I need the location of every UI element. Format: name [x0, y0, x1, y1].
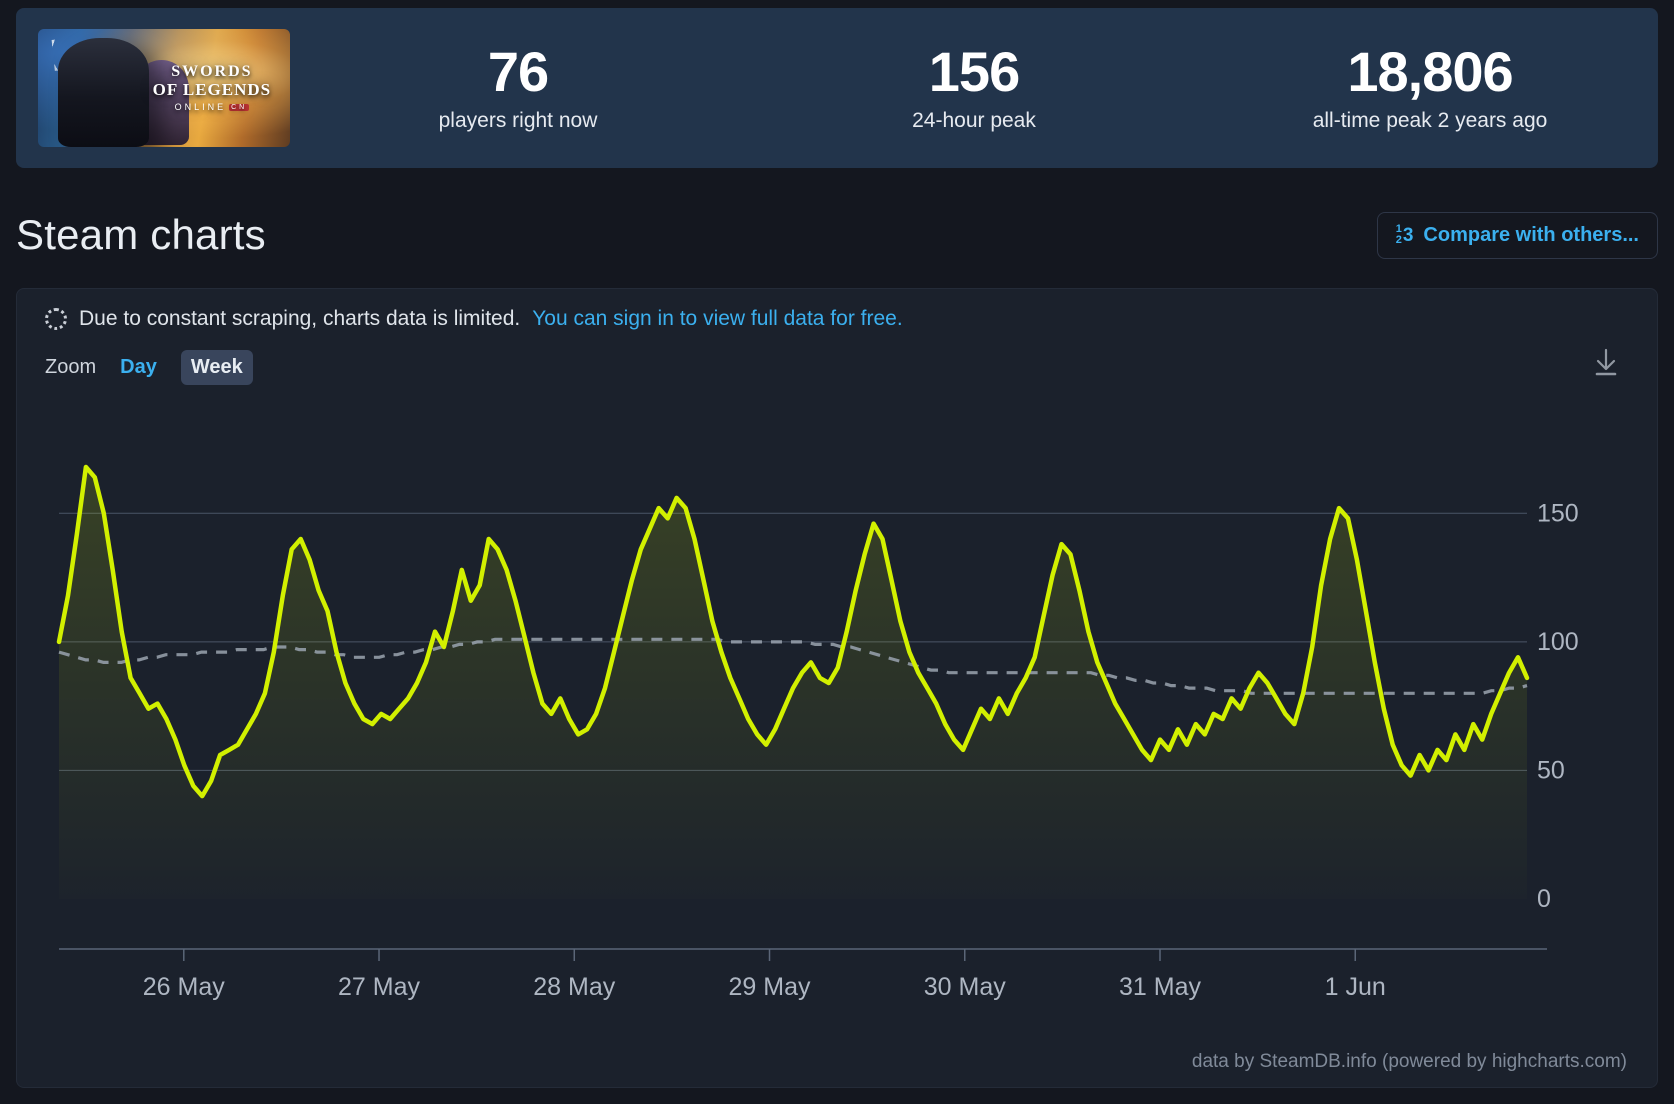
stat-all-time-peak: 18,806 all-time peak 2 years ago [1202, 39, 1658, 134]
svg-text:100: 100 [1537, 628, 1579, 656]
game-logo: SWORDS OF LEGENDS ONLINE CN [149, 64, 275, 112]
zoom-option-week[interactable]: Week [180, 349, 253, 385]
stat-24-hour-peak: 156 24-hour peak [746, 39, 1202, 134]
players-chart[interactable]: 0 50 100 150 26 May 27 May 28 May 29 May 30 May… [17, 419, 1659, 1019]
chart-y-axis-labels: 0 50 100 150 [1537, 499, 1579, 913]
game-logo-badge: CN [229, 103, 250, 111]
game-logo-line-1: SWORDS [171, 63, 253, 81]
limited-data-notice: Due to constant scraping, charts data is… [17, 289, 1657, 331]
svg-text:29 May: 29 May [729, 973, 811, 1001]
section-title-row: Steam charts 1 2 3 Compare with others..… [16, 196, 1658, 274]
stat-label: 24-hour peak [912, 109, 1036, 133]
compare-chart-icon: 1 2 3 [1395, 223, 1414, 246]
svg-text:30 May: 30 May [924, 973, 1006, 1001]
stat-players-right-now: 76 players right now [290, 39, 746, 134]
loading-spinner-icon [45, 308, 67, 330]
zoom-option-day[interactable]: Day [110, 350, 167, 385]
charts-panel: Due to constant scraping, charts data is… [16, 288, 1658, 1088]
stat-label: players right now [438, 109, 598, 133]
stat-value: 76 [487, 39, 549, 103]
game-stats-card: SWORDS OF LEGENDS ONLINE CN 76 players ri… [16, 8, 1658, 168]
compare-icon-denominator: 2 [1395, 234, 1402, 246]
chart-credit: data by SteamDB.info (powered by highcha… [1191, 1051, 1627, 1072]
svg-text:50: 50 [1537, 756, 1565, 784]
svg-text:28 May: 28 May [533, 973, 615, 1001]
stat-label: all-time peak 2 years ago [1312, 109, 1548, 133]
steamdb-charts-page: SWORDS OF LEGENDS ONLINE CN 76 players ri… [0, 0, 1674, 1104]
chart-x-axis-labels: 26 May 27 May 28 May 29 May 30 May 31 May 1 Ju… [143, 973, 1386, 1001]
game-logo-line-3-text: ONLINE [174, 101, 227, 112]
zoom-controls: Zoom Day Week [17, 331, 1657, 387]
svg-text:1 Jun: 1 Jun [1325, 973, 1386, 1001]
svg-text:150: 150 [1537, 499, 1579, 527]
svg-text:27 May: 27 May [338, 973, 420, 1001]
compare-icon-trailing: 3 [1402, 224, 1414, 246]
download-icon[interactable] [1589, 345, 1623, 379]
notice-text: Due to constant scraping, charts data is… [79, 307, 521, 330]
sign-in-link[interactable]: You can sign in to view full data for fr… [532, 307, 902, 331]
stat-value: 156 [928, 39, 1020, 103]
stat-value: 18,806 [1347, 39, 1513, 103]
chart-canvas[interactable]: 0 50 100 150 26 May 27 May 28 May 29 May 30 May… [17, 419, 1659, 1019]
compare-with-others-button[interactable]: 1 2 3 Compare with others... [1376, 211, 1658, 259]
game-cover-art[interactable]: SWORDS OF LEGENDS ONLINE CN [38, 29, 290, 147]
svg-text:31 May: 31 May [1119, 973, 1201, 1001]
chart-x-axis [59, 948, 1547, 961]
compare-button-label: Compare with others... [1423, 223, 1639, 246]
svg-text:0: 0 [1537, 885, 1551, 913]
game-logo-line-3: ONLINE CN [149, 101, 275, 112]
game-logo-line-2: OF LEGENDS [152, 80, 272, 100]
zoom-label: Zoom [45, 355, 97, 378]
svg-text:26 May: 26 May [143, 973, 225, 1001]
page-title: Steam charts [16, 211, 266, 258]
